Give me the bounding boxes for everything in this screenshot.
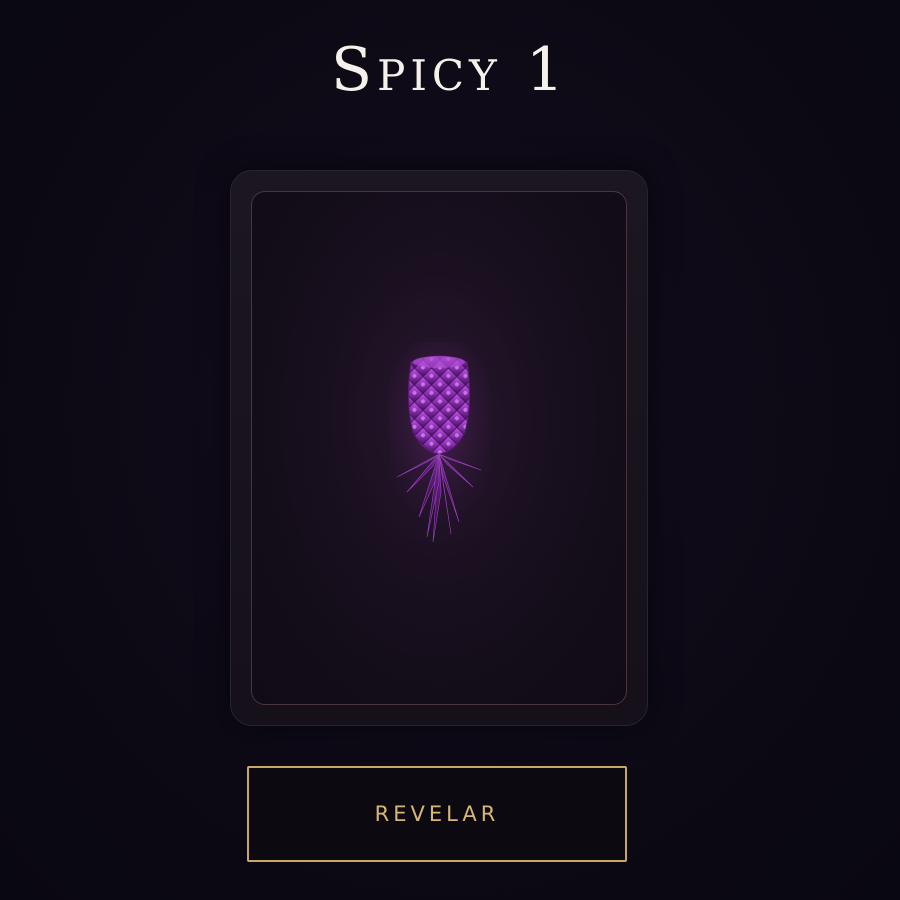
card-frame (251, 191, 627, 705)
page-title: Spicy 1 (330, 35, 570, 105)
upside-down-pineapple-icon (389, 342, 489, 552)
card[interactable] (230, 170, 648, 726)
reveal-button[interactable]: REVELAR (247, 766, 627, 862)
